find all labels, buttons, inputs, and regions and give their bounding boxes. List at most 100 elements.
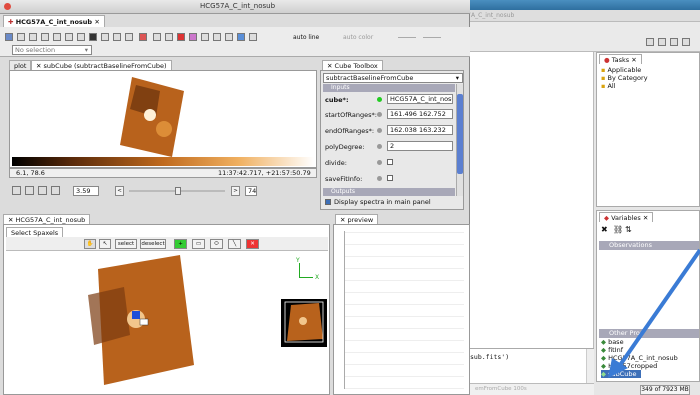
close-icon[interactable]: ✕ (8, 216, 13, 224)
close-window-button[interactable] (4, 3, 11, 10)
rectangle-tool-button[interactable]: ▭ (192, 239, 205, 249)
outputs-header[interactable]: Outputs (323, 188, 455, 196)
tab-spaxel-cube[interactable]: ✕ HCG57A_C_int_nosub (3, 214, 91, 224)
pointer-tool-button[interactable]: ↖ (99, 239, 111, 249)
status-icon (377, 144, 382, 149)
filter-icon[interactable] (213, 33, 221, 41)
clear-button[interactable]: ✕ (246, 239, 259, 249)
copy-icon[interactable] (29, 33, 37, 41)
memory-bar[interactable]: 349 of 7923 MB (640, 385, 690, 395)
task-label: By Category (607, 74, 648, 82)
close-icon[interactable]: ✕ (631, 56, 636, 64)
preview-plot-area[interactable] (344, 231, 464, 389)
table-icon[interactable] (101, 33, 109, 41)
thumbnail-view[interactable] (281, 299, 327, 347)
end-ranges-field[interactable]: 162.038 163.232 (387, 125, 453, 135)
tab-cube-toolbox[interactable]: ✕ Cube Toolbox (322, 60, 383, 70)
status-icon (377, 112, 382, 117)
flag-icon[interactable] (177, 33, 185, 41)
scissors-icon[interactable] (113, 33, 121, 41)
slice-slider[interactable] (129, 187, 225, 195)
poly-degree-value: 2 (390, 142, 395, 150)
layout-icon[interactable] (153, 33, 161, 41)
toolbox-scrollbar[interactable] (456, 84, 463, 196)
save-fit-info-checkbox[interactable] (387, 175, 393, 181)
zoom-out-icon[interactable] (25, 186, 34, 195)
tab-plot[interactable]: plot (9, 60, 32, 70)
slice-prev-button[interactable]: < (115, 186, 124, 196)
settings-icon[interactable] (682, 38, 690, 46)
properties-icon[interactable] (249, 33, 257, 41)
lines-icon[interactable] (201, 33, 209, 41)
eye-icon[interactable] (225, 33, 233, 41)
cross-icon[interactable] (77, 33, 85, 41)
display-spectra-checkbox[interactable] (325, 199, 331, 205)
slice-field[interactable]: 74 (245, 186, 257, 196)
tab-main-cube[interactable]: ✚ HCG57A_C_int_nosub ✕ (3, 15, 105, 27)
curve-style-selector[interactable] (423, 37, 441, 38)
selection-dropdown[interactable]: No selection ▾ (12, 45, 92, 55)
tab-select-spaxels[interactable]: Select Spaxels (6, 227, 64, 237)
task-item-by-category[interactable]: ▪ By Category (601, 74, 648, 82)
zoom-icon[interactable] (53, 33, 61, 41)
image-viewer[interactable] (9, 70, 317, 168)
ellipse-tool-button[interactable]: ⬭ (210, 239, 223, 249)
delete-icon[interactable]: ✖ (601, 225, 608, 234)
task-dropdown[interactable]: subtractBaselineFromCube ▾ (323, 73, 463, 83)
auto-line-button[interactable]: auto line (293, 34, 319, 41)
move-icon[interactable] (165, 33, 173, 41)
tab-variables[interactable]: ◆ Variables ✕ (599, 212, 654, 222)
colorbar[interactable] (12, 157, 314, 166)
auto-color-button[interactable]: auto color (343, 34, 373, 41)
select-button[interactable]: select (115, 239, 137, 249)
tab-subcube[interactable]: ✕ subCube (subtractBaselineFromCube) (31, 60, 172, 70)
add-point-button[interactable]: + (174, 239, 187, 249)
spaxel-image[interactable] (84, 255, 194, 395)
console-scroll[interactable] (586, 349, 594, 383)
link-icon[interactable]: ⛓ (613, 225, 623, 234)
line-style-selector[interactable] (398, 37, 416, 38)
zoom-fit-icon[interactable] (38, 186, 47, 195)
hand-tool-button[interactable]: ✋ (84, 239, 96, 249)
toolbox-scroll-thumb[interactable] (457, 94, 463, 174)
close-icon[interactable]: ✕ (643, 214, 648, 222)
inputs-header[interactable]: Inputs (323, 84, 455, 92)
start-ranges-field[interactable]: 161.496 162.752 (387, 109, 453, 119)
save-icon[interactable] (5, 33, 13, 41)
scale-icon[interactable] (125, 33, 133, 41)
slice-next-button[interactable]: > (231, 186, 240, 196)
plot-tab-label: plot (14, 62, 27, 70)
deselect-button[interactable]: deselect (140, 239, 166, 249)
cut-icon[interactable] (139, 33, 147, 41)
sort-icon[interactable]: ⇅ (625, 225, 632, 234)
zoom-field[interactable]: 3.59 (73, 186, 99, 196)
status-icon (377, 128, 382, 133)
close-icon[interactable]: ✕ (94, 18, 99, 26)
slice-slider-thumb[interactable] (175, 187, 181, 195)
pan-icon[interactable] (65, 33, 73, 41)
info-icon[interactable] (237, 33, 245, 41)
print-icon[interactable] (17, 33, 25, 41)
text-icon[interactable] (189, 33, 197, 41)
refresh-icon[interactable] (658, 38, 666, 46)
line-tool-button[interactable]: ╲ (228, 239, 241, 249)
tab-preview[interactable]: ✕ preview (335, 214, 379, 224)
divide-checkbox[interactable] (387, 159, 393, 165)
select-icon[interactable] (41, 33, 49, 41)
home-icon[interactable] (646, 38, 654, 46)
task-item-applicable[interactable]: ▪ Applicable (601, 66, 641, 74)
task-item-all[interactable]: ▪ All (601, 82, 616, 90)
variables-toolbar: ✖ ⛓ ⇅ (599, 225, 699, 237)
selected-spaxel[interactable] (132, 311, 140, 319)
zoom-in-icon[interactable] (12, 186, 21, 195)
grid-icon[interactable] (89, 33, 97, 41)
close-icon[interactable]: ✕ (327, 62, 332, 70)
spectral-image[interactable] (120, 77, 184, 157)
search-icon[interactable] (670, 38, 678, 46)
tab-tasks[interactable]: ● Tasks ✕ (599, 54, 642, 64)
cube-param-field[interactable]: HCG57A_C_int_nosub (387, 94, 453, 104)
close-icon[interactable]: ✕ (340, 216, 345, 224)
close-icon[interactable]: ✕ (36, 62, 41, 70)
poly-degree-field[interactable]: 2 (387, 141, 453, 151)
zoom-reset-icon[interactable] (51, 186, 60, 195)
